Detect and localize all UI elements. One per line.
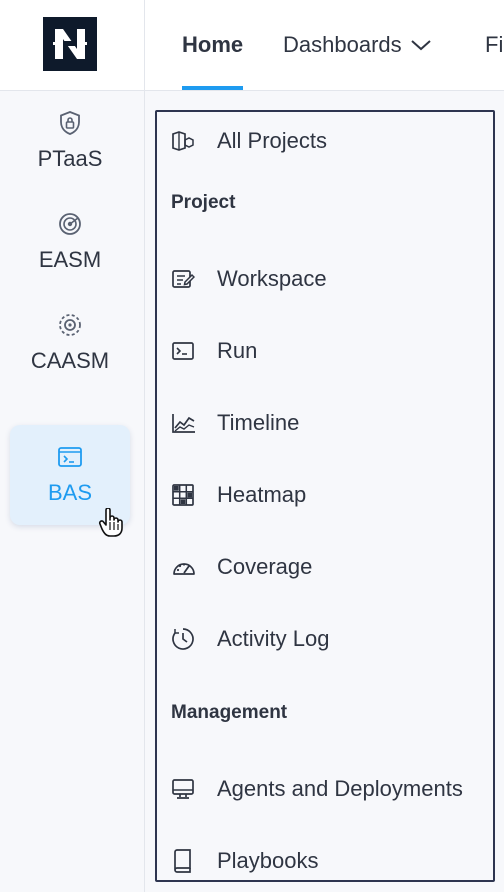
tab-dashboards-label: Dashboards	[283, 32, 402, 57]
terminal-window-icon	[57, 444, 83, 470]
gauge-icon	[171, 555, 199, 579]
menu-section-management: Management	[171, 702, 288, 723]
top-nav: Home Dashboards Fi	[145, 0, 504, 90]
terminal-icon	[171, 339, 199, 363]
menu-item-label: Timeline	[217, 410, 300, 435]
menu-item-label: Heatmap	[217, 482, 307, 507]
menu-item-activity-log[interactable]: Activity Log	[171, 621, 330, 657]
rail-item-label: BAS	[47, 480, 93, 505]
line-chart-icon	[171, 411, 199, 435]
hand-pointer-cursor-icon	[98, 508, 123, 537]
asset-target-icon	[57, 312, 83, 338]
tab-truncated[interactable]: Fi	[485, 0, 503, 90]
tab-dashboards[interactable]: Dashboards	[283, 0, 432, 90]
rail-item-ptaas[interactable]: PTaaS	[10, 91, 130, 191]
edit-note-icon	[171, 267, 199, 291]
menu-item-playbooks[interactable]: Playbooks	[171, 843, 319, 879]
rail-item-easm[interactable]: EASM	[10, 192, 130, 292]
grid-heatmap-icon	[171, 483, 199, 507]
menu-item-run[interactable]: Run	[171, 333, 257, 369]
left-rail: PTaaS EASM CAASM BAS	[0, 91, 145, 892]
radar-icon	[57, 211, 83, 237]
brand-logo[interactable]	[43, 17, 97, 71]
menu-item-label: All Projects	[217, 128, 328, 153]
rail-item-label: EASM	[38, 247, 102, 272]
menu-item-all-projects[interactable]: All Projects	[171, 123, 327, 159]
tab-truncated-label: Fi	[485, 32, 504, 57]
menu-item-label: Activity Log	[217, 626, 330, 651]
rail-item-caasm[interactable]: CAASM	[10, 293, 130, 393]
menu-item-coverage[interactable]: Coverage	[171, 549, 312, 585]
book-icon	[171, 849, 199, 873]
menu-item-label: Workspace	[217, 266, 327, 291]
menu-item-label: Agents and Deployments	[217, 776, 463, 801]
menu-item-agents-and-deployments[interactable]: Agents and Deployments	[171, 771, 463, 807]
projects-cube-icon	[171, 129, 199, 153]
menu-item-label: Playbooks	[217, 848, 319, 873]
active-tab-indicator	[182, 86, 244, 90]
menu-item-timeline[interactable]: Timeline	[171, 405, 299, 441]
menu-item-heatmap[interactable]: Heatmap	[171, 477, 306, 513]
logo-cell	[0, 0, 145, 90]
chevron-down-icon	[410, 40, 431, 51]
tab-home[interactable]: Home	[182, 0, 244, 90]
history-clock-icon	[171, 627, 199, 651]
top-header: Home Dashboards Fi	[0, 0, 504, 91]
shield-lock-icon	[58, 110, 82, 136]
logo-n-icon	[53, 29, 87, 59]
tab-home-label: Home	[182, 32, 244, 57]
menu-item-workspace[interactable]: Workspace	[171, 261, 327, 297]
rail-item-label: CAASM	[30, 348, 110, 373]
rail-item-label: PTaaS	[37, 146, 103, 171]
menu-item-label: Coverage	[217, 554, 313, 579]
menu-item-label: Run	[217, 338, 258, 363]
menu-section-project: Project	[171, 192, 236, 213]
monitor-icon	[171, 777, 199, 801]
bas-flyout-menu: All Projects Project Workspace Run Timel…	[155, 110, 495, 882]
